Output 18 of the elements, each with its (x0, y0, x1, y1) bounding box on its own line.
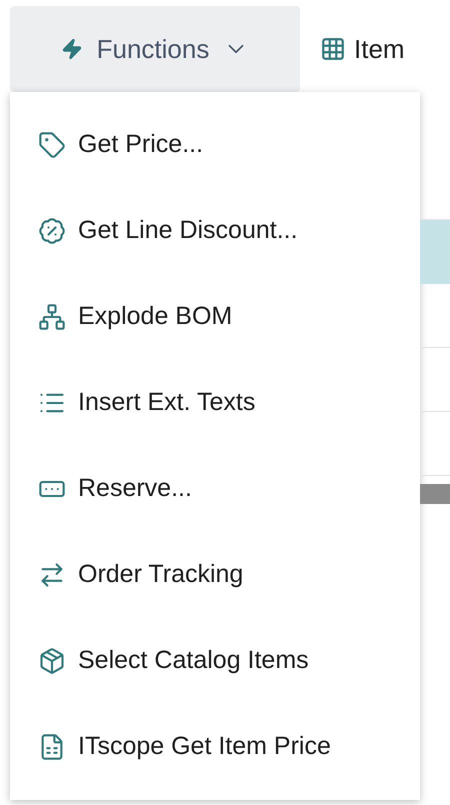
selected-row (420, 220, 450, 284)
percent-badge-icon (38, 217, 66, 245)
menu-item[interactable]: Order Tracking (10, 532, 420, 618)
menu-item[interactable]: Get Price... (10, 102, 420, 188)
grid-icon (320, 36, 346, 62)
box-icon (38, 647, 66, 675)
menu-item[interactable]: Select Catalog Items (10, 618, 420, 704)
menu-item[interactable]: Get Line Discount... (10, 188, 420, 274)
hierarchy-icon (38, 303, 66, 331)
tag-icon (38, 131, 66, 159)
menu-item[interactable]: Explode BOM (10, 274, 420, 360)
menu-item[interactable]: Reserve... (10, 446, 420, 532)
functions-button[interactable]: Functions (10, 6, 300, 92)
menu-item[interactable]: ITscope Get Item Price (10, 704, 420, 790)
menu-item[interactable]: Insert Ext. Texts (10, 360, 420, 446)
scrollbar (420, 484, 450, 504)
lightning-icon (60, 38, 83, 60)
item-button[interactable]: Item (320, 6, 405, 92)
